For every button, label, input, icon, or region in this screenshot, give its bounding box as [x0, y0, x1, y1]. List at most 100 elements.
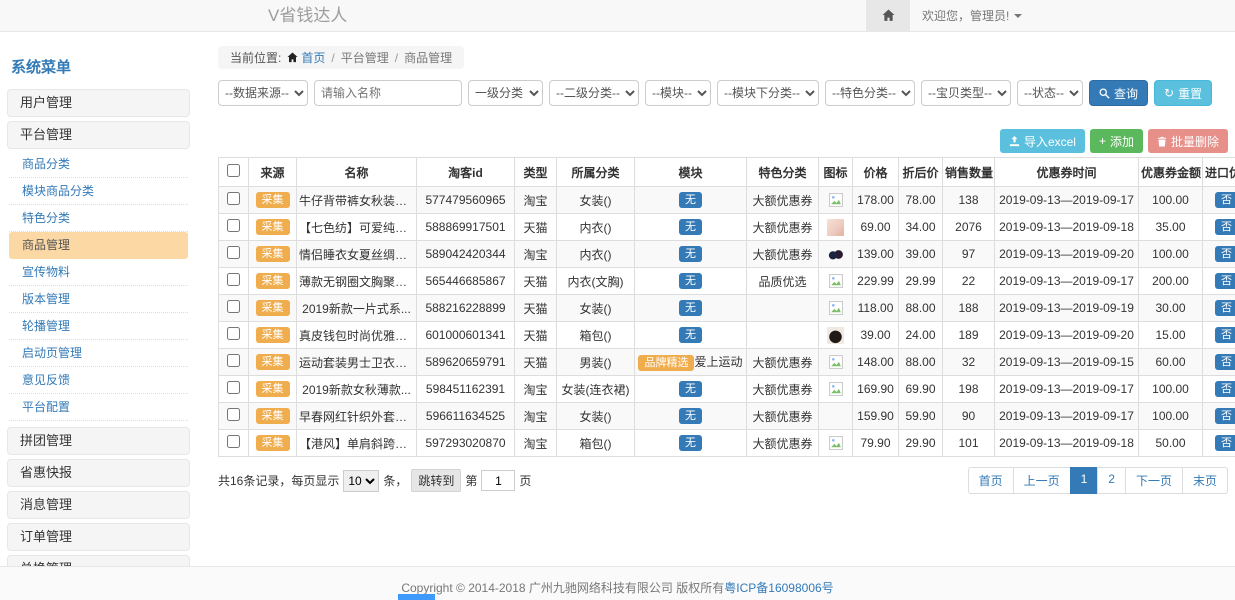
module-badge[interactable]: 无 [679, 219, 702, 235]
reset-button[interactable]: ↻重置 [1154, 80, 1212, 106]
sidebar-item-模块商品分类[interactable]: 模块商品分类 [9, 178, 188, 205]
sidebar-item-启动页管理[interactable]: 启动页管理 [9, 340, 188, 367]
product-type: 天猫 [515, 214, 557, 241]
filter-select-一级分类[interactable]: 一级分类 [468, 80, 543, 106]
row-checkbox[interactable] [227, 381, 240, 394]
imported-toggle[interactable]: 否 [1215, 192, 1235, 208]
col-source: 来源 [249, 158, 297, 187]
filter-select-模块下分类[interactable]: --模块下分类-- [717, 80, 819, 106]
pager-1[interactable]: 1 [1070, 467, 1099, 494]
coupon-time: 2019-09-13—2019-09-17 [995, 187, 1139, 214]
icp-link[interactable]: 粤ICP备16098006号 [724, 581, 833, 595]
query-button[interactable]: 查询 [1089, 80, 1148, 106]
sidebar-item-商品管理[interactable]: 商品管理 [9, 232, 188, 259]
row-checkbox[interactable] [227, 219, 240, 232]
module-badge[interactable]: 无 [679, 192, 702, 208]
filter-select-特色分类[interactable]: --特色分类-- [825, 80, 915, 106]
module-cell: 无 [635, 376, 747, 403]
module-badge[interactable]: 品牌精选 [638, 355, 694, 371]
imported-toggle[interactable]: 否 [1215, 435, 1235, 451]
module-badge[interactable]: 无 [679, 273, 702, 289]
pager-末页[interactable]: 末页 [1182, 467, 1228, 494]
jump-button[interactable]: 跳转到 [411, 469, 461, 492]
coupon-amount: 100.00 [1139, 187, 1203, 214]
pager-上一页[interactable]: 上一页 [1013, 467, 1071, 494]
filter-select-二级分类[interactable]: --二级分类-- [549, 80, 639, 106]
module-cell: 无 [635, 322, 747, 349]
row-checkbox[interactable] [227, 273, 240, 286]
sidebar-item-版本管理[interactable]: 版本管理 [9, 286, 188, 313]
per-page-select[interactable]: 10 [343, 470, 379, 492]
pagination-row: 共16条记录，每页显示 10 条， 跳转到 第 页 首页上一页12下一页末页 [218, 467, 1228, 494]
coupon-time: 2019-09-13—2019-09-17 [995, 376, 1139, 403]
sales-count: 101 [943, 430, 995, 457]
import-excel-button[interactable]: 导入excel [1000, 129, 1085, 153]
sidebar-item-轮播管理[interactable]: 轮播管理 [9, 313, 188, 340]
imported-toggle[interactable]: 否 [1215, 354, 1235, 370]
sidebar-item-商品分类[interactable]: 商品分类 [9, 151, 188, 178]
row-checkbox[interactable] [227, 300, 240, 313]
user-menu[interactable]: 欢迎您，管理员! [922, 0, 1022, 31]
module-badge[interactable]: 无 [679, 327, 702, 343]
filter-select-宝贝类型[interactable]: --宝贝类型-- [921, 80, 1011, 106]
imported-cell: 否 [1203, 322, 1235, 349]
filter-select-模块[interactable]: --模块-- [645, 80, 711, 106]
imported-toggle[interactable]: 否 [1215, 381, 1235, 397]
imported-toggle[interactable]: 否 [1215, 408, 1235, 424]
sidebar-group-平台管理[interactable]: 平台管理 [7, 121, 190, 149]
imported-toggle[interactable]: 否 [1215, 327, 1235, 343]
sidebar-item-意见反馈[interactable]: 意见反馈 [9, 367, 188, 394]
sales-count: 198 [943, 376, 995, 403]
product-category: 女装() [557, 403, 635, 430]
row-checkbox[interactable] [227, 354, 240, 367]
home-icon [882, 9, 895, 22]
row-checkbox[interactable] [227, 327, 240, 340]
source-badge: 采集 [256, 435, 290, 451]
pager-首页[interactable]: 首页 [968, 467, 1014, 494]
records-summary: 共16条记录，每页显示 [218, 472, 339, 489]
product-category: 箱包() [557, 322, 635, 349]
navbar-home-button[interactable] [866, 0, 910, 31]
module-badge[interactable]: 无 [679, 381, 702, 397]
table-header-row: 来源 名称 淘客id 类型 所属分类 模块 特色分类 图标 价格 折后价 销售数… [219, 158, 1235, 187]
module-badge[interactable]: 无 [679, 246, 702, 262]
row-checkbox[interactable] [227, 246, 240, 259]
module-badge[interactable]: 无 [679, 300, 702, 316]
add-button[interactable]: + 添加 [1090, 129, 1143, 153]
imported-toggle[interactable]: 否 [1215, 219, 1235, 235]
sidebar-group-省惠快报[interactable]: 省惠快报 [7, 459, 190, 487]
row-checkbox[interactable] [227, 192, 240, 205]
imported-toggle[interactable]: 否 [1215, 273, 1235, 289]
row-checkbox[interactable] [227, 408, 240, 421]
module-badge[interactable]: 无 [679, 408, 702, 424]
source-cell: 采集 [249, 349, 297, 376]
sidebar-group-用户管理[interactable]: 用户管理 [7, 89, 190, 117]
page-number-input[interactable] [481, 470, 515, 491]
filter-select-状态[interactable]: --状态-- [1017, 80, 1083, 106]
filter-select-数据来源[interactable]: --数据来源-- [218, 80, 308, 106]
product-category: 箱包() [557, 430, 635, 457]
row-checkbox[interactable] [227, 435, 240, 448]
icon-cell [819, 322, 853, 349]
product-category: 女装() [557, 187, 635, 214]
breadcrumb-home-link[interactable]: 首页 [287, 49, 325, 66]
sidebar-group-消息管理[interactable]: 消息管理 [7, 491, 190, 519]
feature-category: 大额优惠券 [747, 349, 819, 376]
name-search-input[interactable] [314, 80, 462, 106]
sidebar-item-特色分类[interactable]: 特色分类 [9, 205, 188, 232]
sidebar-group-拼团管理[interactable]: 拼团管理 [7, 427, 190, 455]
product-type: 天猫 [515, 322, 557, 349]
sidebar-group-订单管理[interactable]: 订单管理 [7, 523, 190, 551]
discount-price: 24.00 [899, 322, 943, 349]
module-badge[interactable]: 无 [679, 435, 702, 451]
sales-count: 188 [943, 295, 995, 322]
select-all-checkbox[interactable] [227, 164, 240, 177]
sidebar-item-平台配置[interactable]: 平台配置 [9, 394, 188, 421]
coupon-amount: 100.00 [1139, 376, 1203, 403]
imported-toggle[interactable]: 否 [1215, 246, 1235, 262]
imported-toggle[interactable]: 否 [1215, 300, 1235, 316]
sidebar-item-宣传物料[interactable]: 宣传物料 [9, 259, 188, 286]
pager-2[interactable]: 2 [1097, 467, 1126, 494]
batch-delete-button[interactable]: 批量删除 [1148, 129, 1228, 153]
pager-下一页[interactable]: 下一页 [1125, 467, 1183, 494]
